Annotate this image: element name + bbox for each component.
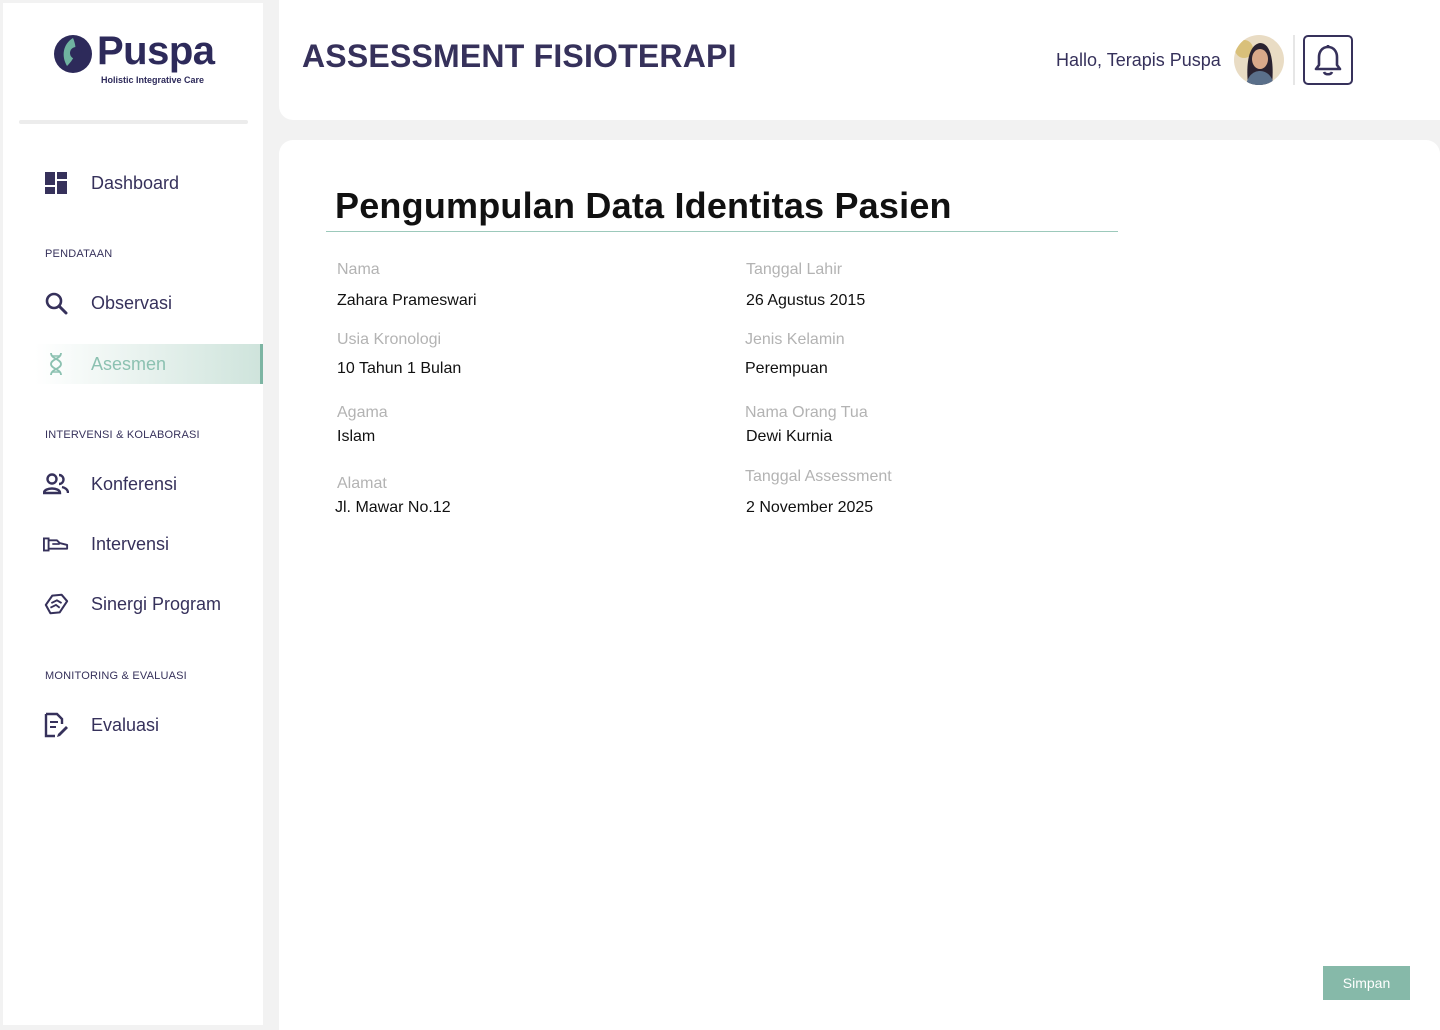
sidebar-item-label: Observasi — [91, 292, 173, 313]
sidebar-item-label: Konferensi — [91, 473, 178, 494]
form-title: Pengumpulan Data Identitas Pasien — [335, 185, 952, 226]
brand-logo[interactable]: Puspa Holistic Integrative Care — [49, 29, 219, 91]
field-value-nama: Zahara Prameswari — [337, 292, 477, 309]
sidebar-item-label: Evaluasi — [91, 714, 160, 735]
field-label-tanggal-lahir: Tanggal Lahir — [746, 261, 843, 278]
dashboard-icon — [43, 170, 69, 196]
user-greeting: Hallo, Terapis Puspa — [1056, 50, 1221, 70]
section-label-intervensi: INTERVENSI & KOLABORASI — [45, 429, 200, 441]
sidebar-item-dashboard[interactable]: Dashboard — [35, 163, 263, 203]
field-value-tanggal-assessment: 2 November 2025 — [746, 499, 874, 516]
field-value-tanggal-lahir: 26 Agustus 2015 — [746, 292, 866, 309]
sidebar-item-label: Dashboard — [91, 172, 180, 193]
sidebar-divider — [19, 120, 248, 124]
notification-button[interactable] — [1303, 35, 1353, 85]
field-value-jenis-kelamin: Perempuan — [745, 360, 828, 377]
brand-tagline: Holistic Integrative Care — [101, 75, 205, 85]
field-label-jenis-kelamin: Jenis Kelamin — [745, 331, 845, 348]
search-icon — [43, 290, 69, 316]
handshake-icon — [43, 591, 69, 617]
field-label-agama: Agama — [337, 404, 388, 421]
field-label-usia: Usia Kronologi — [337, 331, 442, 348]
hand-icon — [43, 531, 69, 557]
header-separator — [1293, 35, 1295, 85]
puspa-logo-icon — [54, 35, 92, 73]
sidebar: Puspa Holistic Integrative Care Dashboar… — [3, 3, 263, 1025]
sidebar-item-label: Sinergi Program — [91, 593, 222, 614]
sidebar-item-sinergi-program[interactable]: Sinergi Program — [35, 584, 263, 624]
sidebar-item-label: Asesmen — [91, 353, 167, 374]
title-underline — [326, 231, 1118, 232]
field-label-orang-tua: Nama Orang Tua — [745, 404, 868, 421]
brand-name: Puspa — [97, 29, 215, 73]
section-label-monitoring: MONITORING & EVALUASI — [45, 670, 187, 682]
sidebar-item-intervensi[interactable]: Intervensi — [35, 524, 263, 564]
sidebar-item-konferensi[interactable]: Konferensi — [35, 464, 263, 504]
header: ASSESSMENT FISIOTERAPI Hallo, Terapis Pu… — [279, 0, 1440, 120]
field-label-alamat: Alamat — [337, 475, 387, 492]
sidebar-item-label: Intervensi — [91, 533, 170, 554]
save-button[interactable]: Simpan — [1323, 966, 1410, 1000]
people-icon — [43, 471, 69, 497]
bell-icon — [1314, 45, 1342, 76]
sidebar-item-observasi[interactable]: Observasi — [35, 283, 263, 323]
section-label-pendataan: PENDATAAN — [45, 248, 113, 260]
page-title: ASSESSMENT FISIOTERAPI — [302, 38, 737, 74]
document-edit-icon — [43, 712, 69, 738]
field-value-agama: Islam — [337, 428, 376, 445]
dna-icon — [43, 351, 69, 377]
field-value-orang-tua: Dewi Kurnia — [746, 428, 833, 445]
field-value-alamat: Jl. Mawar No.12 — [335, 499, 451, 516]
sidebar-item-asesmen[interactable]: Asesmen — [35, 344, 263, 384]
avatar[interactable] — [1234, 35, 1284, 85]
main-content: Pengumpulan Data Identitas Pasien Nama Z… — [279, 140, 1440, 1030]
sidebar-item-evaluasi[interactable]: Evaluasi — [35, 705, 263, 745]
field-label-tanggal-assessment: Tanggal Assessment — [745, 468, 892, 485]
field-label-nama: Nama — [337, 261, 380, 278]
field-value-usia: 10 Tahun 1 Bulan — [337, 360, 462, 377]
